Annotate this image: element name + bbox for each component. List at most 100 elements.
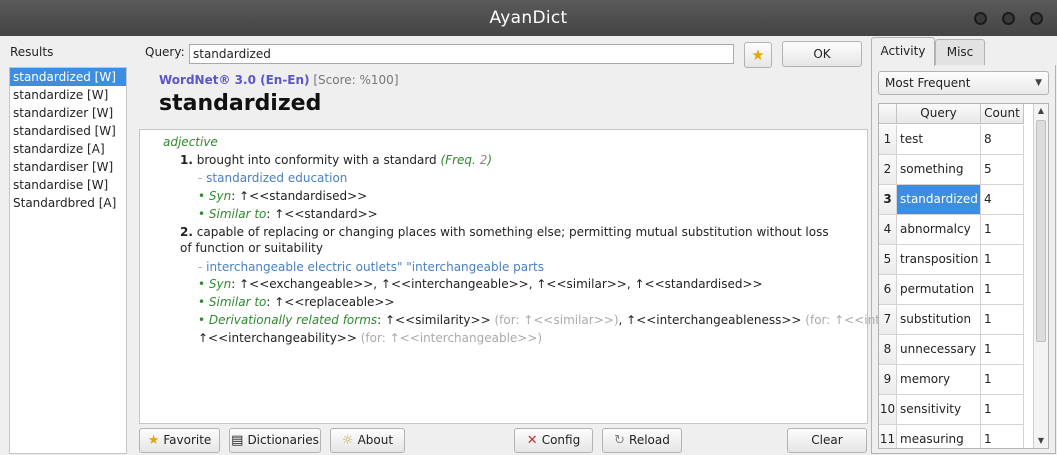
result-item[interactable]: standardize [W] [10, 86, 126, 104]
history-count: 1 [981, 335, 1024, 365]
history-query: measuring [897, 425, 981, 448]
history-scrollbar[interactable]: ▲ ▼ [1033, 104, 1048, 448]
history-row[interactable]: 6 permutation 1 [879, 275, 1024, 305]
history-count: 1 [981, 395, 1024, 425]
dictionary-source: WordNet® 3.0 (En-En) [Score: %100] [159, 73, 399, 87]
results-list[interactable]: standardized [W] standardize [W] standardi… [9, 67, 127, 454]
tab-misc[interactable]: Misc [935, 39, 985, 65]
history-row-number: 5 [879, 245, 897, 275]
close-button[interactable] [1030, 12, 1043, 25]
history-query: transposition [897, 245, 981, 275]
query-column-header[interactable]: Query [897, 104, 981, 124]
sense-1-similar-value[interactable]: ↑<<standard>> [274, 207, 378, 221]
history-count: 1 [981, 245, 1024, 275]
maximize-button[interactable] [1002, 12, 1015, 25]
sense-1-freq-label: Freq. [445, 153, 476, 167]
sense-1: 1. brought into conformity with a standa… [180, 153, 493, 167]
history-row-number: 3 [879, 185, 897, 215]
history-row[interactable]: 1 test 8 [879, 125, 1024, 155]
result-item[interactable]: standardised [W] [10, 122, 126, 140]
history-row[interactable]: 2 something 5 [879, 155, 1024, 185]
row-number-header [879, 104, 897, 124]
history-row[interactable]: 9 memory 1 [879, 365, 1024, 395]
result-item[interactable]: standardise [W] [10, 176, 126, 194]
definition-view[interactable]: adjective 1. brought into conformity wit… [139, 129, 990, 424]
syn-label: Syn [208, 189, 232, 203]
sense-2-derivations-cont: ↑<<interchangeability>> (for: ↑<<interch… [198, 331, 542, 345]
scrollbar-thumb[interactable] [1036, 120, 1046, 342]
result-item[interactable]: standardizer [W] [10, 104, 126, 122]
result-item[interactable]: standardiser [W] [10, 158, 126, 176]
count-column-header[interactable]: Count [981, 104, 1024, 124]
result-item[interactable]: standardize [A] [10, 140, 126, 158]
score: [Score: %100] [313, 73, 399, 87]
history-row[interactable]: 4 abnormalcy 1 [879, 215, 1024, 245]
part-of-speech: adjective [163, 135, 218, 149]
result-item[interactable]: standardized [W] [10, 68, 126, 86]
derivation-1[interactable]: ↑<<similarity>> [385, 313, 491, 327]
query-input[interactable]: standardized [189, 44, 734, 64]
history-query: sensitivity [897, 395, 981, 425]
similar-label: Similar to [208, 295, 267, 309]
tab-activity[interactable]: Activity [871, 37, 935, 66]
history-row-number: 8 [879, 335, 897, 365]
history-row-number: 2 [879, 155, 897, 185]
result-item[interactable]: Standardbred [A] [10, 194, 126, 212]
history-count: 1 [981, 305, 1024, 335]
history-row-number: 10 [879, 395, 897, 425]
config-button[interactable]: ✕ Config [514, 428, 593, 453]
derivation-1-for: (for: ↑<<similar>>) [494, 313, 619, 327]
history-row-number: 6 [879, 275, 897, 305]
history-row[interactable]: 8 unnecessary 1 [879, 335, 1024, 365]
favorite-star-button[interactable]: ★ [744, 42, 772, 68]
sense-1-number: 1. [180, 153, 193, 167]
derivation-2[interactable]: ↑<<interchangeableness>> [626, 313, 801, 327]
history-row[interactable]: 5 transposition 1 [879, 245, 1024, 275]
history-row[interactable]: 11 measuring 1 [879, 425, 1024, 448]
clear-button[interactable]: Clear [787, 428, 867, 453]
sense-2: 2. capable of replacing or changing plac… [180, 224, 835, 256]
query-label: Query: [145, 45, 185, 59]
history-mode-select[interactable]: Most Frequent ▼ [878, 71, 1049, 95]
scroll-down-icon[interactable]: ▼ [1034, 434, 1048, 448]
sense-2-similar-value[interactable]: ↑<<replaceable>> [274, 295, 394, 309]
derivations-label: Derivationally related forms [208, 313, 378, 327]
dictionary-name: WordNet® 3.0 (En-En) [159, 73, 310, 87]
history-query: substitution [897, 305, 981, 335]
ok-button[interactable]: OK [782, 41, 862, 67]
results-label: Results [10, 45, 54, 59]
star-icon: ★ [147, 433, 160, 448]
history-query: something [897, 155, 981, 185]
scroll-up-icon[interactable]: ▲ [1034, 104, 1048, 118]
title-bar: AyanDict [0, 0, 1057, 36]
history-row[interactable]: 10 sensitivity 1 [879, 395, 1024, 425]
history-table[interactable]: Query Count 1 test 8 2 something 5 3 standardiz… [878, 103, 1049, 449]
about-button[interactable]: ☼ About [330, 428, 405, 453]
window-title: AyanDict [489, 8, 568, 28]
sense-1-syn-value[interactable]: ↑<<standardised>> [239, 189, 367, 203]
star-icon: ★ [751, 46, 765, 64]
favorite-button[interactable]: ★ Favorite [139, 428, 220, 453]
history-count: 4 [981, 185, 1024, 215]
dictionaries-icon: ▤ [231, 433, 244, 448]
history-row[interactable]: 7 substitution 1 [879, 305, 1024, 335]
history-count: 8 [981, 125, 1024, 155]
history-query: test [897, 125, 981, 155]
sense-1-example: - standardized education [198, 171, 348, 185]
sense-2-syn-value[interactable]: ↑<<exchangeable>>, ↑<<interchangeable>>,… [239, 277, 762, 291]
sense-1-text: brought into conformity with a standard [196, 153, 437, 167]
sense-1-example-text: standardized education [206, 171, 348, 185]
derivation-3-for: (for: ↑<<interchangeable>>) [360, 331, 543, 345]
history-row[interactable]: 3 standardized 4 [879, 185, 1024, 215]
history-count: 1 [981, 275, 1024, 305]
history-count: 1 [981, 215, 1024, 245]
favorite-label: Favorite [163, 433, 212, 447]
derivation-3[interactable]: ↑<<interchangeability>> [198, 331, 357, 345]
history-count: 1 [981, 425, 1024, 448]
history-count: 5 [981, 155, 1024, 185]
reload-button[interactable]: ↻ Reload [602, 428, 682, 453]
sense-1-freq-value: 2 [479, 153, 488, 167]
minimize-button[interactable] [974, 12, 987, 25]
history-row-number: 4 [879, 215, 897, 245]
dictionaries-button[interactable]: ▤ Dictionaries [229, 428, 321, 453]
